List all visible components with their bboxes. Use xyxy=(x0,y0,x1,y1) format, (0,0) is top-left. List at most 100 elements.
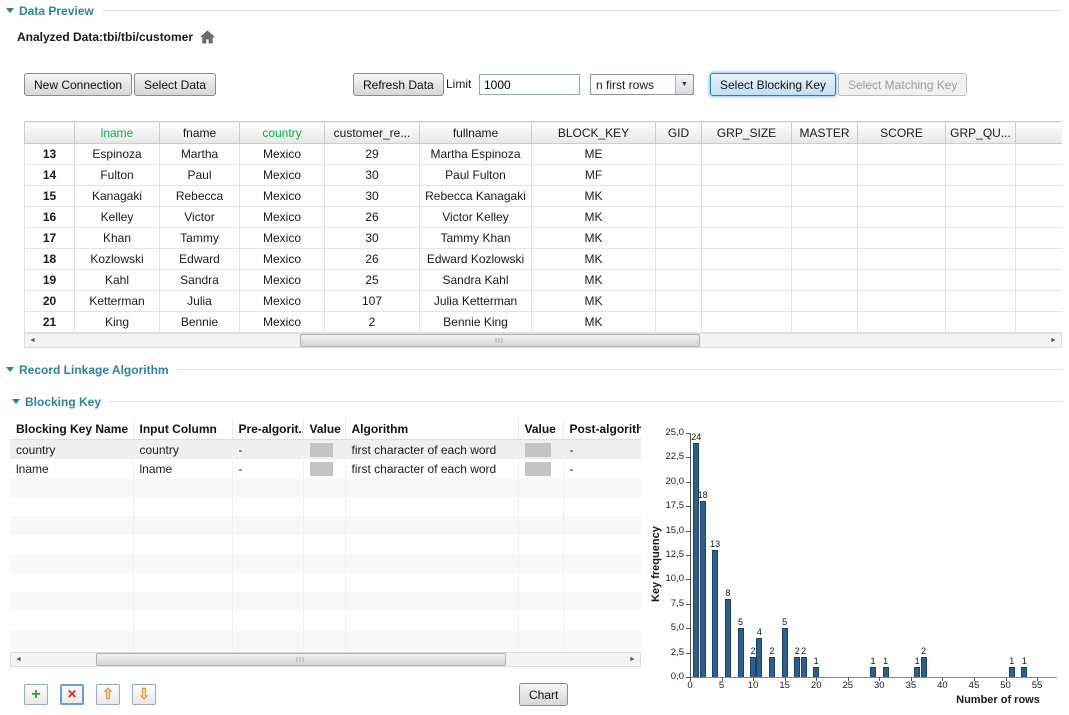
scrollbar-thumb[interactable] xyxy=(300,334,700,347)
cell: Edward xyxy=(160,249,240,270)
section-data-preview[interactable]: Data Preview xyxy=(6,3,1062,18)
cell xyxy=(133,611,232,630)
chart-bar xyxy=(1009,667,1015,677)
bar-value-label: 2 xyxy=(921,646,926,656)
column-header[interactable]: country xyxy=(240,122,325,144)
cell xyxy=(518,573,563,592)
row-number-cell: 13 xyxy=(25,144,75,165)
column-header[interactable]: Value xyxy=(518,418,563,440)
x-tick-label: 45 xyxy=(962,680,986,691)
chart-plot-area xyxy=(690,433,1057,678)
scrollbar-track[interactable] xyxy=(40,334,1046,347)
data-preview-table: lnamefnamecountrycustomer_re...fullnameB… xyxy=(24,121,1062,333)
bar-value-label: 2 xyxy=(795,646,800,656)
column-header[interactable]: SCORE xyxy=(858,122,946,144)
cell: Fulton xyxy=(75,165,160,186)
cell xyxy=(303,611,345,630)
table-row[interactable]: 20KettermanJuliaMexico107Julia Ketterman… xyxy=(25,291,1063,312)
add-blocking-key-button[interactable]: + xyxy=(24,684,48,705)
x-tick xyxy=(1006,677,1007,681)
cell xyxy=(518,649,563,651)
column-header[interactable]: Value xyxy=(303,418,345,440)
cell xyxy=(303,592,345,611)
x-tick-label: 10 xyxy=(741,680,765,691)
limit-input[interactable] xyxy=(479,74,580,95)
cell xyxy=(858,249,946,270)
cell xyxy=(345,573,518,592)
cell xyxy=(133,535,232,554)
cell xyxy=(10,497,133,516)
section-blocking-key[interactable]: Blocking Key xyxy=(12,394,1062,409)
y-tick xyxy=(686,653,690,654)
select-blocking-key-button[interactable]: Select Blocking Key xyxy=(710,73,836,96)
scrollbar-track[interactable] xyxy=(26,653,625,666)
column-header[interactable]: GID xyxy=(656,122,702,144)
table-row[interactable]: 15KanagakiRebeccaMexico30Rebecca Kanagak… xyxy=(25,186,1063,207)
x-tick xyxy=(1037,677,1038,681)
column-header[interactable]: Algorithm xyxy=(345,418,518,440)
cell xyxy=(345,592,518,611)
column-header[interactable] xyxy=(25,122,75,144)
cell: Kelley xyxy=(75,207,160,228)
table-row[interactable]: 14FultonPaulMexico30Paul FultonMF xyxy=(25,165,1063,186)
table-row[interactable]: 18KozlowskiEdwardMexico26Edward Kozlowsk… xyxy=(25,249,1063,270)
cell: Edward Kozlowski xyxy=(420,249,532,270)
column-header[interactable]: Input Column xyxy=(133,418,232,440)
new-connection-button[interactable]: New Connection xyxy=(24,73,132,96)
column-header[interactable]: GRP_SIZE xyxy=(702,122,792,144)
cell xyxy=(563,497,641,516)
table-row[interactable]: 16KelleyVictorMexico26Victor KelleyMK xyxy=(25,207,1063,228)
column-header[interactable]: Pre-algorit... xyxy=(232,418,303,440)
blocking-horizontal-scrollbar[interactable]: ◄ ► xyxy=(10,652,641,667)
table-row[interactable]: 21KingBennieMexico2Bennie KingMK xyxy=(25,312,1063,333)
cell xyxy=(10,554,133,573)
scrollbar-thumb[interactable] xyxy=(96,653,506,666)
table-row[interactable]: 19KahlSandraMexico25Sandra KahlMK xyxy=(25,270,1063,291)
blocking-key-row[interactable]: lnamelname-first character of each word- xyxy=(10,459,641,478)
scroll-left-icon[interactable]: ◄ xyxy=(25,334,40,347)
select-matching-key-button[interactable]: Select Matching Key xyxy=(838,73,967,96)
cell: country xyxy=(133,440,232,460)
table-row[interactable]: 17KhanTammyMexico30Tammy KhanMK xyxy=(25,228,1063,249)
column-header[interactable]: BLOCK_KEY xyxy=(532,122,656,144)
move-up-button[interactable]: ⇧ xyxy=(96,684,120,705)
chart-button[interactable]: Chart xyxy=(519,683,568,706)
column-header[interactable]: lname xyxy=(75,122,160,144)
cell: Sandra xyxy=(160,270,240,291)
column-header[interactable]: Blocking Key Name xyxy=(10,418,133,440)
column-header[interactable] xyxy=(1016,122,1063,144)
cell xyxy=(792,291,858,312)
collapse-triangle-icon xyxy=(12,399,20,404)
cell[interactable]: first character of each word xyxy=(345,459,518,478)
column-header[interactable]: GRP_QU... xyxy=(946,122,1016,144)
delete-blocking-key-button[interactable]: × xyxy=(60,684,84,705)
select-data-button[interactable]: Select Data xyxy=(134,73,216,96)
cell: 107 xyxy=(325,291,420,312)
section-record-linkage[interactable]: Record Linkage Algorithm xyxy=(6,362,1062,377)
move-down-button[interactable]: ⇩ xyxy=(132,684,156,705)
cell[interactable]: first character of each word xyxy=(345,440,518,460)
column-header[interactable]: Post-algorith xyxy=(563,418,641,440)
blocking-key-row[interactable]: countrycountry-first character of each w… xyxy=(10,440,641,460)
cell xyxy=(792,249,858,270)
column-header[interactable]: customer_re... xyxy=(325,122,420,144)
rows-limit-select[interactable]: n first rows ▼ xyxy=(590,74,694,95)
preview-horizontal-scrollbar[interactable]: ◄ ► xyxy=(24,333,1062,348)
cell xyxy=(946,291,1016,312)
cell xyxy=(563,573,641,592)
scroll-left-icon[interactable]: ◄ xyxy=(11,653,26,666)
chevron-down-icon[interactable]: ▼ xyxy=(675,75,693,94)
cell xyxy=(946,165,1016,186)
table-row[interactable]: 13EspinozaMarthaMexico29Martha EspinozaM… xyxy=(25,144,1063,165)
cell: Rebecca Kanagaki xyxy=(420,186,532,207)
chart-bar xyxy=(794,657,800,677)
column-header[interactable]: fname xyxy=(160,122,240,144)
empty-row xyxy=(10,630,641,649)
column-header[interactable]: fullname xyxy=(420,122,532,144)
scroll-right-icon[interactable]: ► xyxy=(625,653,640,666)
home-icon[interactable] xyxy=(200,30,215,44)
cell xyxy=(133,554,232,573)
refresh-data-button[interactable]: Refresh Data xyxy=(353,73,444,96)
scroll-right-icon[interactable]: ► xyxy=(1046,334,1061,347)
column-header[interactable]: MASTER xyxy=(792,122,858,144)
